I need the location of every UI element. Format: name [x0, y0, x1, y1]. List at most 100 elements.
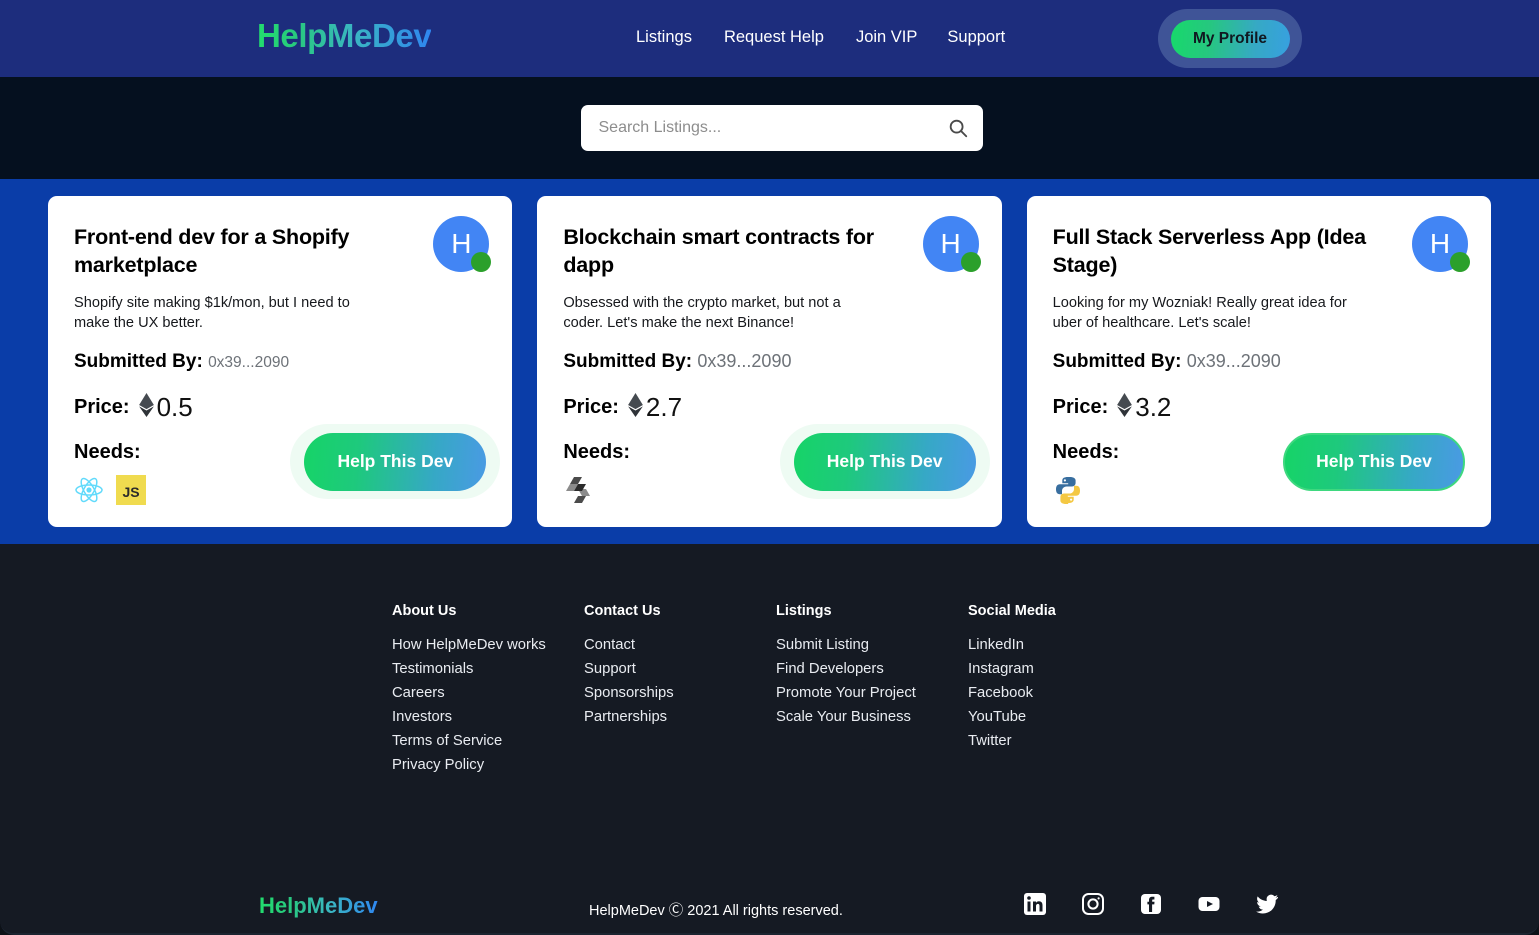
- app-root: HelpMeDev Listings Request Help Join VIP…: [0, 0, 1539, 935]
- help-button-halo: Help This Dev: [1269, 424, 1479, 499]
- search-icon[interactable]: [947, 117, 969, 139]
- price-row: Price: 2.7: [563, 392, 975, 423]
- footer-link[interactable]: YouTube: [968, 709, 1160, 725]
- listing-card[interactable]: H Full Stack Serverless App (Idea Stage)…: [1026, 196, 1491, 527]
- facebook-icon[interactable]: [1139, 892, 1163, 916]
- footer-heading: Social Media: [968, 603, 1056, 619]
- footer-link[interactable]: Instagram: [968, 661, 1160, 677]
- submitted-by-label: Submitted By:: [563, 351, 693, 373]
- top-navbar: HelpMeDev Listings Request Help Join VIP…: [0, 0, 1539, 77]
- nav-item-request-help[interactable]: Request Help: [724, 28, 856, 47]
- footer-link[interactable]: Submit Listing: [776, 637, 968, 653]
- copyright-text: HelpMeDev Ⓒ 2021 All rights reserved.: [589, 903, 843, 919]
- listing-description: Obsessed with the crypto market, but not…: [563, 294, 841, 332]
- listing-description: Looking for my Wozniak! Really great ide…: [1052, 294, 1347, 332]
- listing-title: Blockchain smart contracts for dapp: [563, 225, 874, 278]
- submitted-by-label: Submitted By:: [74, 351, 203, 373]
- footer-link[interactable]: Partnerships: [584, 709, 776, 725]
- python-icon: [1053, 475, 1083, 505]
- profile-button-halo: My Profile: [1158, 9, 1302, 68]
- footer-link[interactable]: LinkedIn: [968, 637, 1160, 653]
- submitted-by-row: Submitted By: 0x39...2090: [563, 351, 975, 373]
- status-dot-online: [960, 252, 981, 272]
- footer: About Us How HelpMeDev works Testimonial…: [0, 544, 1539, 933]
- avatar-initial: H: [940, 228, 961, 259]
- footer-link[interactable]: Facebook: [968, 685, 1160, 701]
- footer-link[interactable]: Contact: [584, 637, 776, 653]
- footer-brand-logo[interactable]: HelpMeDev: [259, 893, 378, 919]
- help-this-dev-button[interactable]: Help This Dev: [304, 432, 487, 491]
- footer-link[interactable]: Find Developers: [776, 661, 968, 677]
- footer-link[interactable]: Terms of Service: [392, 733, 584, 749]
- avatar: H: [1411, 216, 1470, 272]
- footer-link[interactable]: How HelpMeDev works: [392, 637, 584, 653]
- search-box[interactable]: [580, 105, 983, 151]
- listing-card[interactable]: H Blockchain smart contracts for dapp Ob…: [537, 196, 1002, 527]
- listing-title: Full Stack Serverless App (Idea Stage): [1052, 225, 1366, 278]
- svg-text:JS: JS: [122, 484, 139, 500]
- price-row: Price: 3.2: [1053, 392, 1465, 423]
- footer-link[interactable]: Testimonials: [392, 661, 584, 677]
- help-this-dev-button[interactable]: Help This Dev: [793, 432, 976, 491]
- nav-item-listings[interactable]: Listings: [636, 28, 724, 47]
- search-band: [0, 77, 1539, 179]
- listing-title: Front-end dev for a Shopify marketplace: [74, 225, 350, 278]
- footer-link[interactable]: Support: [584, 661, 776, 677]
- submitted-by-address: 0x39...2090: [208, 354, 290, 372]
- avatar-initial: H: [451, 228, 472, 259]
- nav-item-join-vip[interactable]: Join VIP: [856, 28, 947, 47]
- footer-column-listings: Listings Submit Listing Find Developers …: [776, 603, 968, 781]
- submitted-by-address: 0x39...2090: [697, 351, 792, 372]
- footer-column-about-us: About Us How HelpMeDev works Testimonial…: [392, 603, 584, 781]
- footer-link[interactable]: Investors: [392, 709, 584, 725]
- footer-link[interactable]: Careers: [392, 685, 584, 701]
- avatar-initial: H: [1429, 228, 1451, 259]
- footer-link[interactable]: Privacy Policy: [392, 757, 584, 773]
- listing-card[interactable]: H Front-end dev for a Shopify marketplac…: [48, 196, 513, 527]
- footer-link[interactable]: Scale Your Business: [776, 709, 968, 725]
- price-label: Price:: [74, 396, 130, 419]
- status-dot-online: [1449, 252, 1470, 272]
- listings-section: H Front-end dev for a Shopify marketplac…: [0, 179, 1539, 544]
- help-button-halo: Help This Dev: [290, 424, 501, 499]
- solidity-icon: [563, 475, 593, 505]
- price-value: 0.5: [156, 392, 193, 423]
- footer-column-social-media: Social Media LinkedIn Instagram Facebook…: [968, 603, 1160, 781]
- youtube-icon[interactable]: [1197, 892, 1221, 916]
- price-row: Price: 0.5: [74, 392, 486, 423]
- main-nav: Listings Request Help Join VIP Support: [636, 28, 1033, 47]
- javascript-icon: JS: [116, 475, 146, 506]
- social-icon-row: [1023, 892, 1279, 916]
- price-label: Price:: [1052, 396, 1109, 419]
- submitted-by-address: 0x39...2090: [1186, 351, 1281, 372]
- price-label: Price:: [563, 396, 619, 419]
- footer-heading: About Us: [392, 603, 457, 619]
- help-button-halo: Help This Dev: [779, 424, 990, 499]
- react-icon: [74, 475, 104, 505]
- footer-column-contact-us: Contact Us Contact Support Sponsorships …: [584, 603, 776, 781]
- submitted-by-row: Submitted By: 0x39...2090: [74, 351, 486, 373]
- avatar: H: [922, 216, 981, 272]
- footer-link[interactable]: Twitter: [968, 733, 1160, 749]
- footer-heading: Listings: [776, 603, 832, 619]
- submitted-by-row: Submitted By: 0x39...2090: [1053, 351, 1465, 373]
- nav-item-support[interactable]: Support: [947, 28, 1033, 47]
- footer-heading: Contact Us: [584, 603, 661, 619]
- price-value: 3.2: [1135, 392, 1172, 423]
- ethereum-icon: [1117, 392, 1133, 423]
- brand-logo[interactable]: HelpMeDev: [257, 17, 432, 55]
- ethereum-icon: [138, 392, 154, 423]
- instagram-icon[interactable]: [1081, 892, 1105, 916]
- linkedin-icon[interactable]: [1023, 892, 1047, 916]
- my-profile-button[interactable]: My Profile: [1170, 19, 1290, 58]
- listing-description: Shopify site making $1k/mon, but I need …: [74, 294, 350, 332]
- help-this-dev-button[interactable]: Help This Dev: [1282, 432, 1465, 491]
- status-dot-online: [471, 252, 492, 272]
- search-input[interactable]: [598, 119, 947, 137]
- submitted-by-label: Submitted By:: [1052, 351, 1182, 373]
- footer-link[interactable]: Promote Your Project: [776, 685, 968, 701]
- price-value: 2.7: [645, 392, 683, 423]
- footer-columns: About Us How HelpMeDev works Testimonial…: [0, 603, 1539, 781]
- footer-link[interactable]: Sponsorships: [584, 685, 776, 701]
- twitter-icon[interactable]: [1255, 892, 1279, 916]
